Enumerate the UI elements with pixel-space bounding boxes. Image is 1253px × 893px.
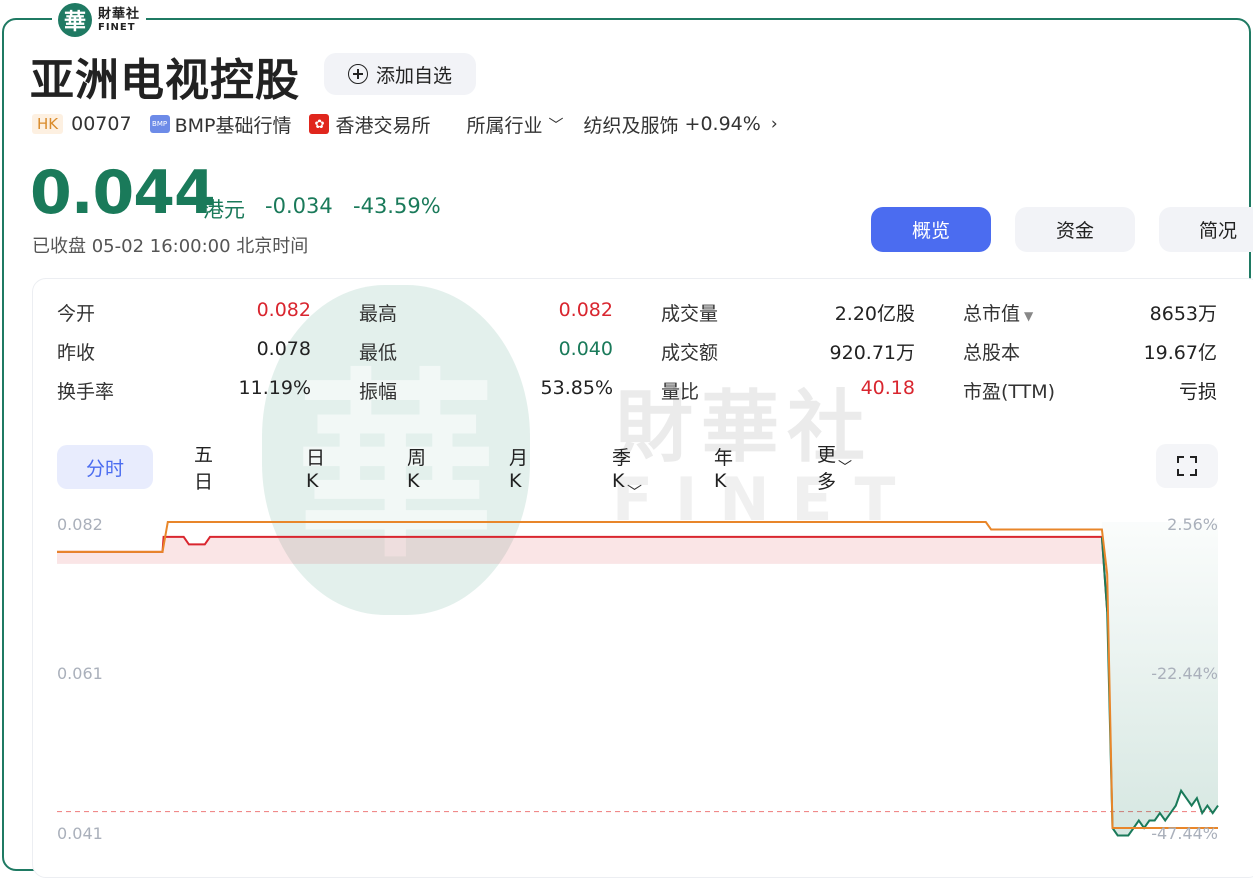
y-left-tick: 0.082: [57, 515, 103, 534]
average-price-line: [57, 521, 1218, 829]
brand-logo: 華 財華社 FINET: [52, 0, 147, 40]
intraday-chart[interactable]: [0, 0, 1253, 893]
brand-seal-icon: 華: [58, 3, 92, 37]
y-right-tick: 2.56%: [1167, 515, 1218, 534]
brand-name-en: FINET: [98, 21, 136, 33]
y-left-tick: 0.041: [57, 824, 103, 843]
price-area-up: [57, 536, 1108, 612]
brand-name-cn: 財華社: [98, 6, 141, 22]
y-left-tick: 0.061: [57, 664, 103, 683]
y-right-tick: -22.44%: [1151, 664, 1218, 683]
y-right-tick: -47.44%: [1151, 824, 1218, 843]
